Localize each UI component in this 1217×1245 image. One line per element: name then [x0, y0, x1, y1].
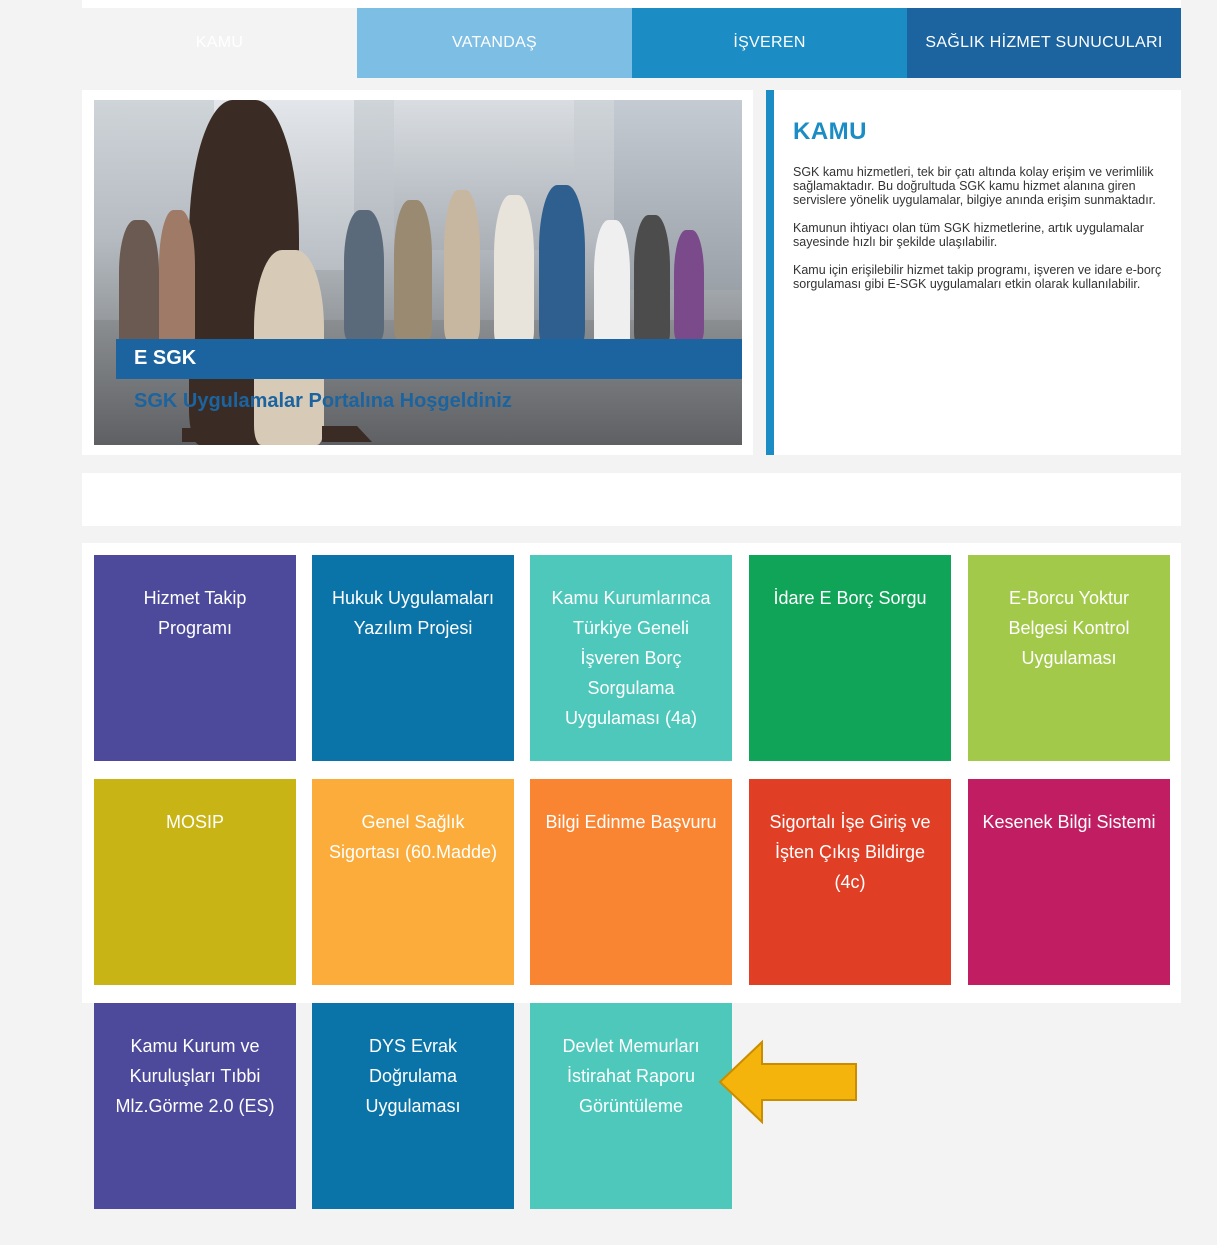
esgk-banner: E SGK — [116, 339, 742, 379]
tile-label: Hukuk Uygulamaları Yazılım Projesi — [331, 588, 495, 638]
tile-label: Hizmet Takip Programı — [143, 588, 247, 638]
tile-hukuk-uygulamalari[interactable]: Hukuk Uygulamaları Yazılım Projesi — [312, 555, 514, 761]
info-text: SGK kamu hizmetleri, tek bir çatı altınd… — [793, 165, 1168, 305]
tile-e-borcu-yoktur[interactable]: E-Borcu Yoktur Belgesi Kontrol Uygulamas… — [968, 555, 1170, 761]
hero-separator — [766, 90, 774, 455]
tile-label: DYS Evrak Doğrulama Uygulaması — [365, 1036, 461, 1116]
tile-sigortali-ise-giris[interactable]: Sigortalı İşe Giriş ve İşten Çıkış Bildi… — [749, 779, 951, 985]
tile-isveren-borc-sorgulama[interactable]: Kamu Kurumlarınca Türkiye Geneli İşveren… — [530, 555, 732, 761]
tile-kesenek-bilgi-sistemi[interactable]: Kesenek Bilgi Sistemi — [968, 779, 1170, 985]
tile-bilgi-edinme-basvuru[interactable]: Bilgi Edinme Başvuru — [530, 779, 732, 985]
tile-tibbi-malzeme-gorme[interactable]: Kamu Kurum ve Kuruluşları Tıbbi Mlz.Görm… — [94, 1003, 296, 1209]
blank-panel — [82, 473, 1181, 526]
tab-saglik-hizmet-sunuculari[interactable]: SAĞLIK HİZMET SUNUCULARI — [907, 8, 1181, 78]
tile-label: Bilgi Edinme Başvuru — [545, 812, 717, 832]
tile-dys-evrak-dogrulama[interactable]: DYS Evrak Doğrulama Uygulaması — [312, 1003, 514, 1209]
tile-idare-e-borc-sorgu[interactable]: İdare E Borç Sorgu — [749, 555, 951, 761]
hero-photo-fragment — [182, 428, 218, 442]
info-paragraph-3: Kamu için erişilebilir hizmet takip prog… — [793, 263, 1162, 291]
tile-label: Sigortalı İşe Giriş ve İşten Çıkış Bildi… — [769, 812, 931, 892]
info-paragraph-1: SGK kamu hizmetleri, tek bir çatı altınd… — [793, 165, 1156, 207]
welcome-text: SGK Uygulamalar Portalına Hoşgeldiniz — [134, 390, 512, 412]
tile-label: Kamu Kurumlarınca Türkiye Geneli İşveren… — [551, 588, 711, 728]
arrow-left-icon — [718, 1039, 857, 1125]
info-title: KAMU — [793, 118, 867, 145]
tile-istirahat-raporu-goruntuleme[interactable]: Devlet Memurları İstirahat Raporu Görünt… — [530, 1003, 732, 1209]
top-strip — [82, 0, 1181, 8]
tab-isveren[interactable]: İŞVEREN — [632, 8, 907, 78]
hero-gap — [753, 90, 766, 455]
info-paragraph-2: Kamunun ihtiyacı olan tüm SGK hizmetleri… — [793, 221, 1144, 249]
tile-hizmet-takip-programi[interactable]: Hizmet Takip Programı — [94, 555, 296, 761]
esgk-label: E SGK — [134, 347, 197, 369]
arrow-shape — [718, 1039, 857, 1125]
tab-kamu[interactable]: KAMU — [82, 8, 357, 78]
main-tabs: KAMU VATANDAŞ İŞVEREN SAĞLIK HİZMET SUNU… — [82, 8, 1181, 78]
tile-label: Genel Sağlık Sigortası (60.Madde) — [328, 812, 498, 862]
tile-label: E-Borcu Yoktur Belgesi Kontrol Uygulamas… — [1008, 588, 1130, 668]
tile-label: Devlet Memurları İstirahat Raporu Görünt… — [562, 1036, 700, 1116]
tile-label: Kesenek Bilgi Sistemi — [982, 812, 1156, 832]
tile-mosip[interactable]: MOSIP — [94, 779, 296, 985]
tile-label: Kamu Kurum ve Kuruluşları Tıbbi Mlz.Görm… — [115, 1036, 275, 1116]
tab-vatandas[interactable]: VATANDAŞ — [357, 8, 632, 78]
hero-section: E SGK SGK Uygulamalar Portalına Hoşgeldi… — [82, 90, 1181, 455]
tile-label: MOSIP — [165, 812, 224, 832]
tile-label: İdare E Borç Sorgu — [773, 588, 927, 608]
tile-genel-saglik-sigortasi[interactable]: Genel Sağlık Sigortası (60.Madde) — [312, 779, 514, 985]
